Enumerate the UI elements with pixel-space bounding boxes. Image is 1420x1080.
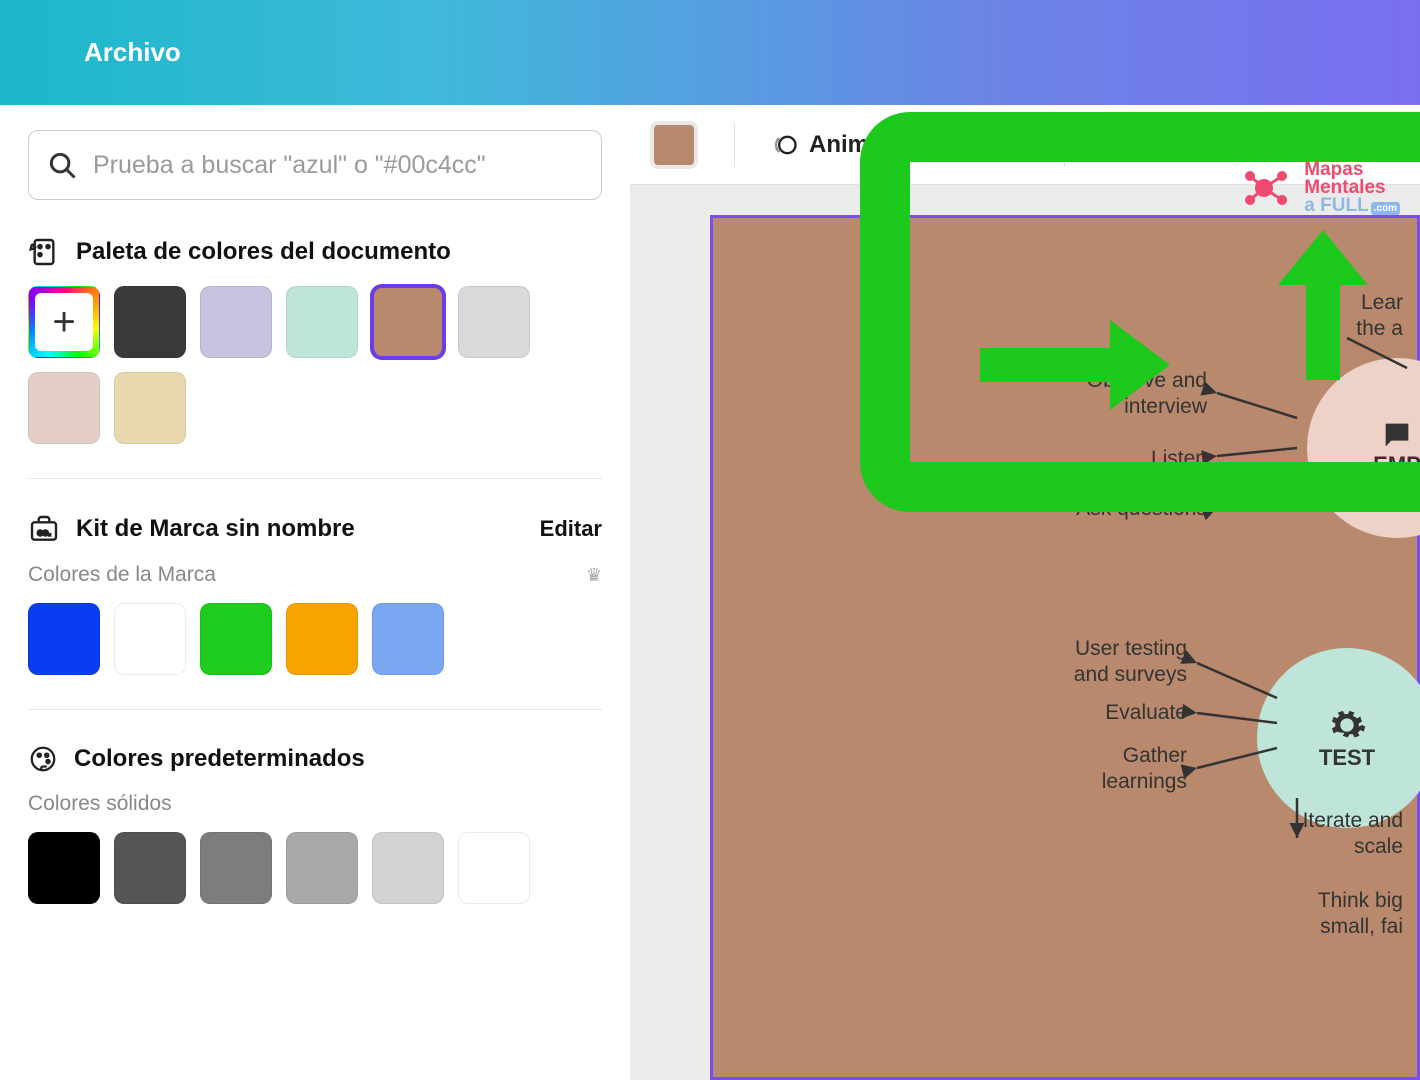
color-swatch[interactable] — [114, 832, 186, 904]
color-swatch[interactable] — [28, 832, 100, 904]
color-swatch[interactable] — [372, 832, 444, 904]
solid-colors-label: Colores sólidos — [28, 792, 172, 816]
color-swatch[interactable] — [28, 603, 100, 675]
position-button[interactable]: Posición — [928, 131, 1028, 159]
animate-label: Animar — [809, 131, 892, 159]
color-swatch[interactable] — [372, 286, 444, 358]
unlock-icon[interactable] — [1167, 130, 1197, 160]
color-swatch[interactable] — [458, 832, 530, 904]
watermark-text: Mapas Mentales a FULL.com — [1304, 161, 1400, 215]
menu-file[interactable]: Archivo — [84, 37, 181, 68]
section-title: Paleta de colores del documento — [76, 238, 451, 266]
top-bar: Archivo — [0, 0, 1420, 105]
color-swatch[interactable] — [114, 372, 186, 444]
search-input[interactable] — [93, 151, 583, 180]
document-swatches: + — [28, 286, 602, 444]
default-colors-section: Colores predeterminados Colores sólidos — [28, 744, 602, 904]
edit-brand-button[interactable]: Editar — [540, 516, 602, 542]
mindmap-leaf[interactable]: Iterate andscale — [1303, 808, 1403, 861]
brand-colors-label: Colores de la Marca — [28, 563, 216, 587]
document-palette-section: Paleta de colores del documento + — [28, 236, 602, 444]
main-area: Paleta de colores del documento + co. Ki… — [0, 105, 1420, 1080]
section-title: Colores predeterminados — [74, 745, 365, 773]
gear-icon — [1327, 705, 1367, 745]
design-element-selected[interactable]: EMP TEST Learthe a Observe andinterview … — [710, 215, 1420, 1080]
fill-color-button[interactable] — [650, 121, 698, 169]
color-swatch[interactable] — [200, 832, 272, 904]
connector-lines — [1307, 308, 1417, 378]
node-label: EMP — [1373, 452, 1420, 478]
watermark-logo-icon — [1244, 168, 1296, 208]
solid-swatches — [28, 832, 602, 904]
palette-wheel-icon — [28, 744, 58, 774]
canvas-stage[interactable]: Mapas Mentales a FULL.com EMP TEST Leart… — [630, 185, 1420, 1080]
mindmap-leaf[interactable]: Think bigsmall, fai — [1318, 888, 1403, 941]
watermark: Mapas Mentales a FULL.com — [1244, 161, 1400, 215]
add-color-button[interactable]: + — [28, 286, 100, 358]
separator — [734, 123, 735, 167]
brand-kit-section: co. Kit de Marca sin nombre Editar Color… — [28, 513, 602, 675]
connector-lines — [1157, 628, 1317, 878]
animate-icon — [771, 131, 799, 159]
color-swatch[interactable] — [286, 286, 358, 358]
chat-icon — [1380, 418, 1414, 452]
position-label: Posición — [928, 131, 1028, 159]
divider — [28, 709, 602, 710]
section-title: Kit de Marca sin nombre — [76, 515, 355, 543]
color-swatch[interactable] — [372, 603, 444, 675]
palette-icon — [28, 236, 60, 268]
canvas-area: Animar Posición Mapas Mentales a FULL.co… — [630, 105, 1420, 1080]
svg-text:co.: co. — [37, 528, 50, 538]
color-swatch[interactable] — [200, 603, 272, 675]
search-icon — [47, 150, 77, 180]
color-panel: Paleta de colores del documento + co. Ki… — [0, 105, 630, 1080]
separator — [1064, 123, 1065, 167]
paint-roller-icon[interactable] — [1101, 130, 1131, 160]
color-swatch[interactable] — [28, 372, 100, 444]
color-swatch[interactable] — [458, 286, 530, 358]
animate-button[interactable]: Animar — [771, 131, 892, 159]
node-label: TEST — [1319, 745, 1375, 771]
premium-crown-icon: ♛ — [586, 565, 602, 586]
color-swatch[interactable] — [286, 832, 358, 904]
brand-swatches — [28, 603, 602, 675]
color-swatch[interactable] — [286, 603, 358, 675]
color-swatch[interactable] — [114, 286, 186, 358]
brand-kit-icon: co. — [28, 513, 60, 545]
color-swatch[interactable] — [200, 286, 272, 358]
color-swatch[interactable] — [114, 603, 186, 675]
connector-lines — [1187, 338, 1327, 558]
divider — [28, 478, 602, 479]
search-box[interactable] — [28, 130, 602, 200]
